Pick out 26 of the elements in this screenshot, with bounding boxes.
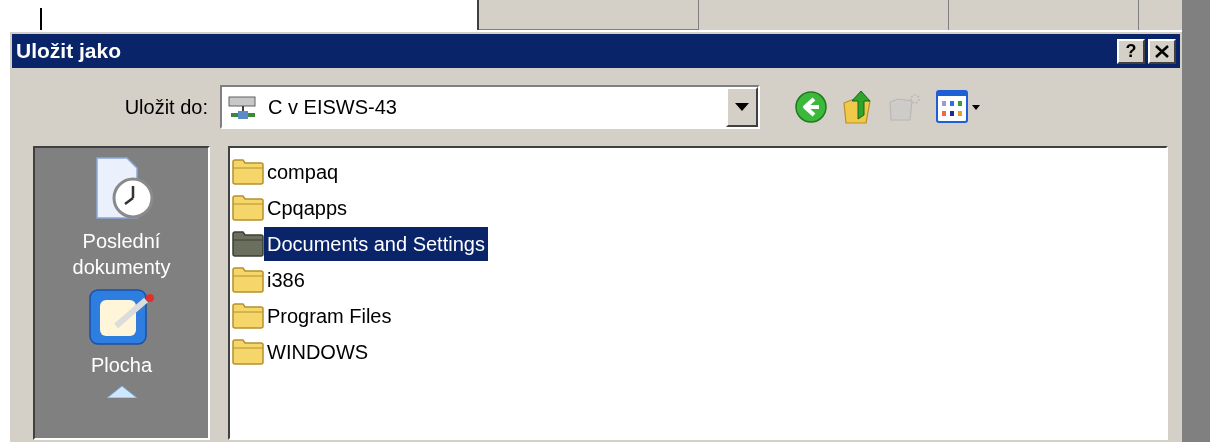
place-label[interactable]: Poslední dokumenty xyxy=(56,228,187,280)
back-icon[interactable] xyxy=(794,90,828,124)
caret-icon xyxy=(735,103,749,111)
folder-item[interactable]: WINDOWS xyxy=(264,335,372,369)
folder-icon xyxy=(232,339,264,365)
folder-item[interactable]: Program Files xyxy=(264,299,395,333)
folder-up-icon[interactable] xyxy=(842,89,874,125)
help-button[interactable]: ? xyxy=(1117,38,1145,64)
folder-icon xyxy=(232,195,264,221)
location-value: C v EISWS-43 xyxy=(268,95,398,120)
folder-item[interactable]: Documents and Settings xyxy=(264,227,488,261)
place-label[interactable]: Plocha xyxy=(90,352,153,378)
dropdown-button[interactable] xyxy=(726,87,758,127)
views-icon[interactable] xyxy=(936,90,982,124)
folder-icon xyxy=(232,159,264,185)
folder-icon xyxy=(232,267,264,293)
close-button[interactable] xyxy=(1148,38,1176,64)
save-in-label: Uložit do: xyxy=(123,95,209,120)
folder-item[interactable]: i386 xyxy=(264,263,308,297)
folder-icon xyxy=(232,303,264,329)
window-title: Uložit jako xyxy=(16,38,121,65)
close-icon xyxy=(1155,44,1169,58)
location-dropdown[interactable]: C v EISWS-43 xyxy=(220,85,760,129)
folder-item[interactable]: compaq xyxy=(264,155,342,189)
folder-icon xyxy=(232,231,264,257)
folder-item[interactable]: Cpqapps xyxy=(264,191,351,225)
